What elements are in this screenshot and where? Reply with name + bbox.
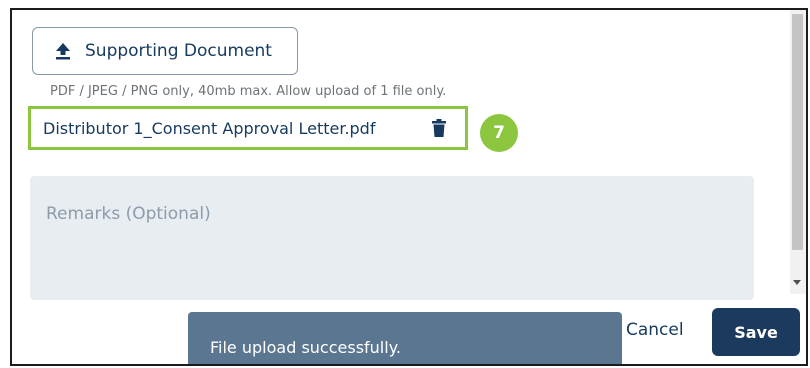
upload-success-toast: File upload successfully. <box>188 312 622 364</box>
uploaded-file-name[interactable]: Distributor 1_Consent Approval Letter.pd… <box>43 119 375 138</box>
remarks-input[interactable]: Remarks (Optional) <box>30 176 754 300</box>
save-button[interactable]: Save <box>712 308 800 356</box>
scroll-down-arrow-icon[interactable] <box>793 280 801 285</box>
scrollbar-thumb[interactable] <box>792 14 803 250</box>
remarks-placeholder: Remarks (Optional) <box>46 204 211 224</box>
toast-message: File upload successfully. <box>210 337 401 357</box>
cancel-button[interactable]: Cancel <box>626 320 684 340</box>
upload-hint-text: PDF / JPEG / PNG only, 40mb max. Allow u… <box>50 84 447 99</box>
uploaded-file-item: Distributor 1_Consent Approval Letter.pd… <box>28 106 468 150</box>
trash-icon[interactable] <box>432 119 446 141</box>
supporting-document-upload-button[interactable]: Supporting Document <box>32 27 298 75</box>
upload-dialog: Supporting Document PDF / JPEG / PNG onl… <box>10 8 808 366</box>
upload-button-label: Supporting Document <box>85 41 272 61</box>
upload-icon <box>55 42 71 60</box>
vertical-scrollbar[interactable] <box>790 10 806 294</box>
step-number-badge: 7 <box>480 114 518 152</box>
